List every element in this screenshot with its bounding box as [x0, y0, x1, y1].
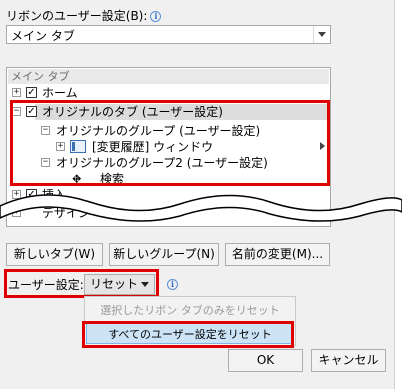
tree-item-label: オリジナルのグループ (ユーザー設定) [56, 124, 261, 138]
reset-selected-tab-item[interactable]: 選択したリボン タブのみをリセット [86, 300, 294, 321]
tree-item-label: オリジナルのタブ (ユーザー設定) [42, 105, 223, 119]
new-group-button[interactable]: 新しいグループ(N) [109, 243, 219, 266]
customize-ribbon-dialog: リボンのユーザー設定(B): i メイン タブ メイン タブ + ✓ ホーム − … [0, 0, 402, 389]
cancel-button[interactable]: キャンセル [311, 349, 386, 372]
tree-header: メイン タブ [8, 69, 329, 84]
tree-item-revision-window[interactable]: + [変更履歴] ウィンドウ [10, 139, 310, 155]
expand-icon[interactable]: + [12, 88, 21, 97]
ok-button[interactable]: OK [228, 349, 303, 372]
info-icon: i [167, 279, 178, 290]
tree-item-search[interactable]: ⛖ 検索 [10, 171, 310, 187]
reset-menu: 選択したリボン タブのみをリセット すべてのユーザー設定をリセット [84, 296, 296, 346]
tree-item-original-tab[interactable]: − ✓ オリジナルのタブ (ユーザー設定) [10, 104, 320, 120]
tree-item-original-group[interactable]: − オリジナルのグループ (ユーザー設定) [10, 123, 310, 139]
chevron-right-icon[interactable] [320, 142, 325, 150]
ribbon-scope-value: メイン タブ [11, 29, 75, 43]
expand-icon[interactable]: + [56, 142, 65, 151]
tree-item-label: [変更履歴] ウィンドウ [92, 140, 214, 154]
checkbox-home[interactable]: ✓ [26, 87, 37, 98]
tree-item-label: オリジナルのグループ2 (ユーザー設定) [56, 156, 268, 170]
collapse-icon[interactable]: − [12, 107, 21, 116]
checkbox-original-tab[interactable]: ✓ [26, 106, 37, 117]
reset-all-customizations-item[interactable]: すべてのユーザー設定をリセット [86, 323, 294, 344]
collapse-icon[interactable]: − [41, 158, 50, 167]
tree-item-label: 検索 [100, 172, 125, 186]
binoculars-icon: ⛖ [72, 172, 82, 186]
user-settings-label: ユーザー設定: [8, 278, 84, 292]
torn-edge-separator [0, 194, 402, 222]
caret-down-icon [141, 282, 149, 287]
reset-dropdown-button[interactable]: リセット(E) [84, 274, 155, 310]
new-tab-button[interactable]: 新しいタブ(W) [6, 243, 103, 266]
ribbon-customize-label-text: リボンのユーザー設定(B): [6, 9, 148, 23]
ribbon-customize-label: リボンのユーザー設定(B): i [6, 7, 162, 24]
chevron-down-icon[interactable] [313, 26, 330, 43]
info-icon: i [150, 11, 162, 22]
tree-item-original-group-2[interactable]: − オリジナルのグループ2 (ユーザー設定) [10, 155, 310, 171]
tree-item-label: ホーム [42, 86, 78, 100]
rename-button[interactable]: 名前の変更(M)... [225, 243, 330, 266]
tree-item-home[interactable]: + ✓ ホーム [10, 85, 310, 101]
window-pane-icon [70, 140, 86, 153]
ribbon-scope-dropdown[interactable]: メイン タブ [6, 25, 331, 44]
collapse-icon[interactable]: − [41, 126, 50, 135]
